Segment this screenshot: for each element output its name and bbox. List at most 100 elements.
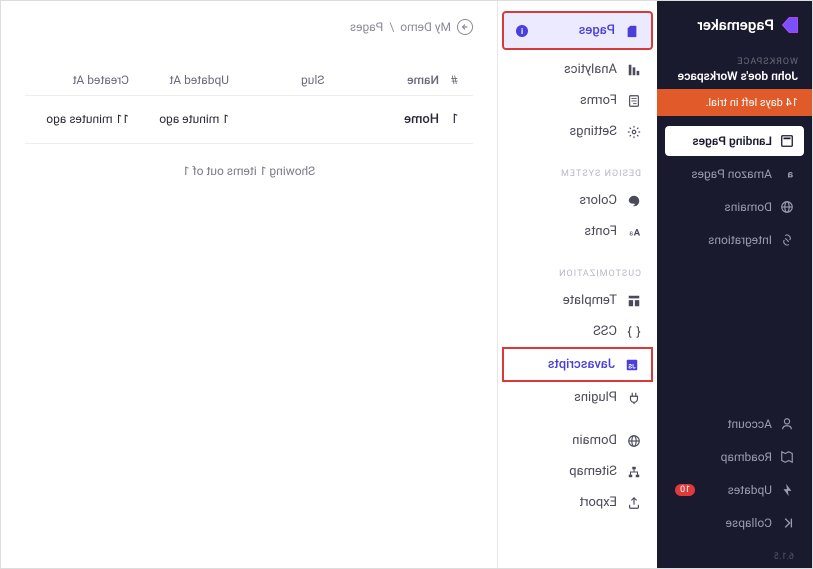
group-label-custom: CUSTOMIZATION — [498, 259, 657, 285]
font-icon: Aa — [627, 225, 641, 239]
mid-label: Pages — [579, 23, 615, 38]
mid-label: Domain — [572, 433, 617, 448]
workspace-label: WORKSPACE — [671, 57, 798, 67]
brand-name: Pagemaker — [697, 16, 774, 34]
logo-icon — [780, 15, 800, 35]
nav-account[interactable]: Account — [665, 409, 804, 439]
cell-num: 1 — [439, 112, 469, 127]
primary-sidebar: Pagemaker WORKSPACE John doe's Workspace… — [657, 1, 812, 568]
mid-label: Fonts — [584, 224, 617, 239]
table-footer: Showing 1 items out of 1 — [25, 144, 473, 198]
mid-template[interactable]: Template — [498, 285, 657, 316]
col-header-updated: Updated At — [129, 73, 229, 87]
cell-updated: 1 minute ago — [129, 112, 229, 127]
workspace-name: John doe's Workspace — [671, 69, 798, 83]
page-icon — [780, 134, 794, 148]
template-icon — [627, 294, 641, 308]
nav-landing-pages[interactable]: Landing Pages — [665, 126, 804, 156]
link-icon — [780, 233, 794, 247]
breadcrumb-root[interactable]: My Demo — [400, 20, 451, 34]
mid-label: Sitemap — [569, 464, 617, 479]
nav-label: Account — [728, 417, 772, 431]
braces-icon — [627, 325, 641, 339]
globe-icon — [627, 434, 641, 448]
nav-label: Amazon Pages — [691, 167, 772, 181]
info-icon[interactable]: i — [516, 25, 528, 37]
user-icon — [780, 417, 794, 431]
mid-label: Forms — [580, 93, 617, 108]
cell-created: 11 minutes ago — [29, 112, 129, 127]
nav-label: Updates — [728, 483, 772, 497]
mid-label: Settings — [570, 124, 617, 139]
chart-icon — [627, 63, 641, 77]
breadcrumb: My Demo / Pages — [25, 19, 473, 35]
col-header-slug: Slug — [229, 73, 324, 87]
mid-label: Javascripts — [548, 357, 615, 372]
back-arrow-icon[interactable] — [457, 19, 473, 35]
svg-text:i: i — [521, 27, 523, 36]
mid-label: Template — [563, 293, 617, 308]
bolt-icon — [780, 483, 794, 497]
nav-updates[interactable]: Updates 10 — [665, 475, 804, 505]
svg-text:JS: JS — [628, 363, 635, 370]
mid-javascripts[interactable]: JS Javascripts — [502, 347, 653, 382]
mid-settings[interactable]: Settings — [498, 116, 657, 147]
mid-plugins[interactable]: Plugins — [498, 382, 657, 413]
js-icon: JS — [625, 358, 639, 372]
trial-banner[interactable]: 14 days left in trial. — [657, 89, 812, 116]
mid-sitemap[interactable]: Sitemap — [498, 456, 657, 487]
svg-text:a: a — [787, 168, 793, 181]
mid-label: Analytics — [564, 62, 617, 77]
collapse-icon — [780, 516, 794, 530]
col-header-created: Created At — [29, 73, 129, 87]
nav-roadmap[interactable]: Roadmap — [665, 442, 804, 472]
workspace-block[interactable]: WORKSPACE John doe's Workspace — [657, 49, 812, 89]
plug-icon — [627, 391, 641, 405]
secondary-sidebar: Pages i Analytics Forms Settings DESIGN … — [497, 1, 657, 568]
table-header-row: # Name Slug Updated At Created At — [25, 65, 473, 96]
updates-badge: 10 — [675, 484, 695, 496]
mid-colors[interactable]: Colors — [498, 185, 657, 216]
map-icon — [780, 450, 794, 464]
mid-css[interactable]: CSS — [498, 316, 657, 347]
palette-icon — [627, 194, 641, 208]
nav-label: Roadmap — [721, 450, 772, 464]
mid-label: Export — [579, 495, 617, 510]
col-header-num: # — [439, 73, 469, 87]
nav-amazon-pages[interactable]: a Amazon Pages — [665, 159, 804, 189]
nav-domains[interactable]: Domains — [665, 192, 804, 222]
mid-analytics[interactable]: Analytics — [498, 54, 657, 85]
col-header-name: Name — [324, 73, 439, 87]
nav-collapse[interactable]: Collapse — [665, 508, 804, 538]
nav-label: Domains — [724, 200, 772, 214]
nav-label: Integrations — [708, 233, 772, 247]
sitemap-icon — [627, 465, 641, 479]
mid-domain[interactable]: Domain — [498, 425, 657, 456]
nav-label: Landing Pages — [692, 134, 772, 148]
nav-label: Collapse — [726, 516, 772, 530]
form-icon — [627, 94, 641, 108]
version-text: 6.1.5 — [657, 548, 812, 568]
cell-slug — [229, 112, 324, 127]
page-icon — [625, 24, 639, 38]
amazon-icon: a — [780, 167, 794, 181]
breadcrumb-sep: / — [389, 20, 394, 34]
svg-text:a: a — [629, 229, 633, 237]
mid-fonts[interactable]: Aa Fonts — [498, 216, 657, 247]
table-row[interactable]: 1 Home 1 minute ago 11 minutes ago — [25, 96, 473, 144]
mid-label: Plugins — [574, 390, 617, 405]
mid-label: Colors — [579, 193, 617, 208]
group-label-design: DESIGN SYSTEM — [498, 159, 657, 185]
brand: Pagemaker — [657, 1, 812, 49]
mid-export[interactable]: Export — [498, 487, 657, 518]
mid-pages[interactable]: Pages i — [502, 11, 653, 50]
primary-nav: Landing Pages a Amazon Pages Domains Int… — [657, 116, 812, 548]
cell-name: Home — [324, 112, 439, 127]
main-content: My Demo / Pages # Name Slug Updated At C… — [1, 1, 497, 568]
mid-label: CSS — [593, 324, 617, 339]
breadcrumb-current: Pages — [350, 20, 383, 34]
nav-integrations[interactable]: Integrations — [665, 225, 804, 255]
globe-icon — [780, 200, 794, 214]
mid-forms[interactable]: Forms — [498, 85, 657, 116]
svg-text:A: A — [633, 227, 640, 238]
